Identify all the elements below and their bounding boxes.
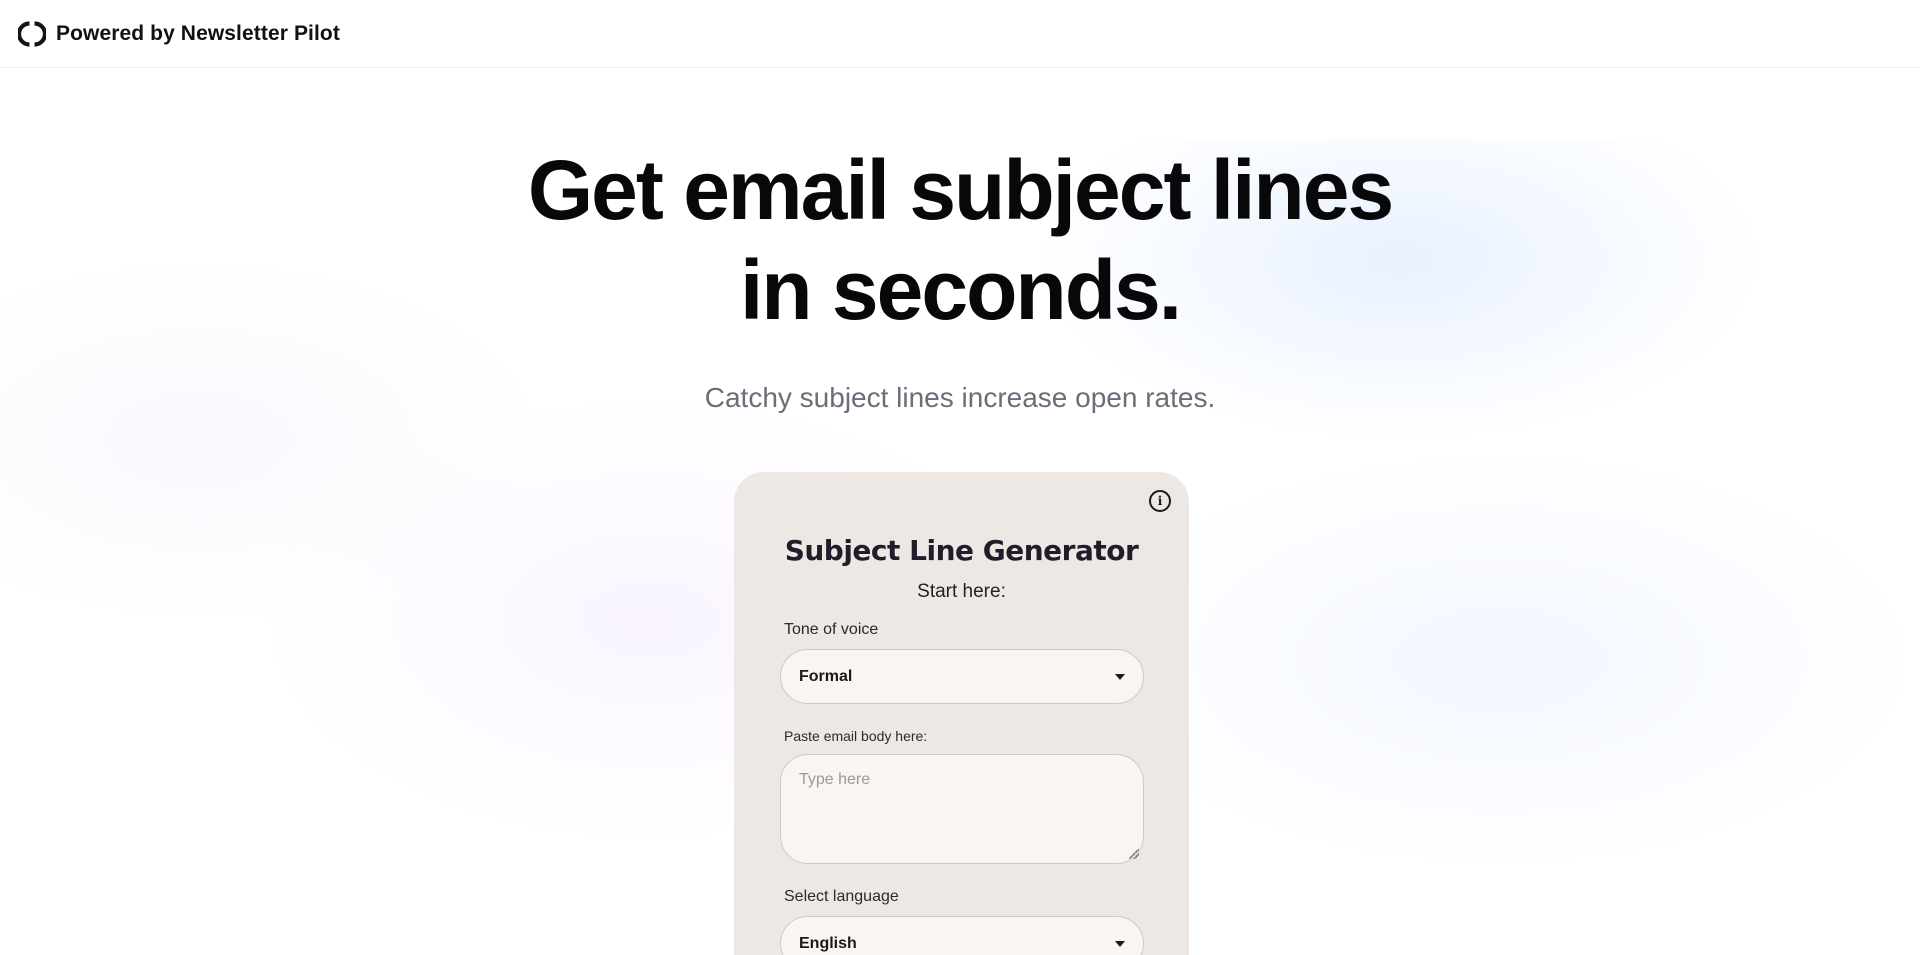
subject-line-generator-card: i Subject Line Generator Start here: Ton…: [734, 472, 1189, 955]
email-body-placeholder: Type here: [799, 771, 871, 788]
tone-label: Tone of voice: [784, 621, 879, 638]
brand-link[interactable]: Powered by Newsletter Pilot: [18, 20, 340, 48]
resize-handle-icon[interactable]: [1129, 849, 1139, 859]
hero: Get email subject lines in seconds. Catc…: [0, 140, 1920, 414]
hero-title-line2: in seconds.: [739, 243, 1182, 337]
language-select[interactable]: English: [780, 916, 1144, 955]
hero-title-line1: Get email subject lines: [527, 143, 1394, 237]
tone-select[interactable]: Formal: [780, 649, 1144, 704]
ring-logo-icon: [18, 20, 46, 47]
chevron-down-icon: [1115, 940, 1125, 947]
start-text: Start here:: [917, 581, 1006, 602]
top-bar: Powered by Newsletter Pilot: [0, 0, 1920, 68]
brand-text: Powered by Newsletter Pilot: [56, 21, 340, 45]
card-title: Subject Line Generator: [784, 534, 1139, 567]
tone-value: Formal: [799, 667, 853, 685]
email-body-textarea[interactable]: Type here: [780, 754, 1144, 864]
chevron-down-icon: [1115, 673, 1125, 680]
language-value: English: [799, 934, 857, 952]
language-label: Select language: [784, 888, 899, 905]
info-icon[interactable]: i: [1149, 490, 1171, 512]
hero-title: Get email subject lines in seconds.: [0, 140, 1920, 340]
hero-subtitle: Catchy subject lines increase open rates…: [704, 382, 1216, 413]
email-body-label: Paste email body here:: [784, 728, 928, 744]
